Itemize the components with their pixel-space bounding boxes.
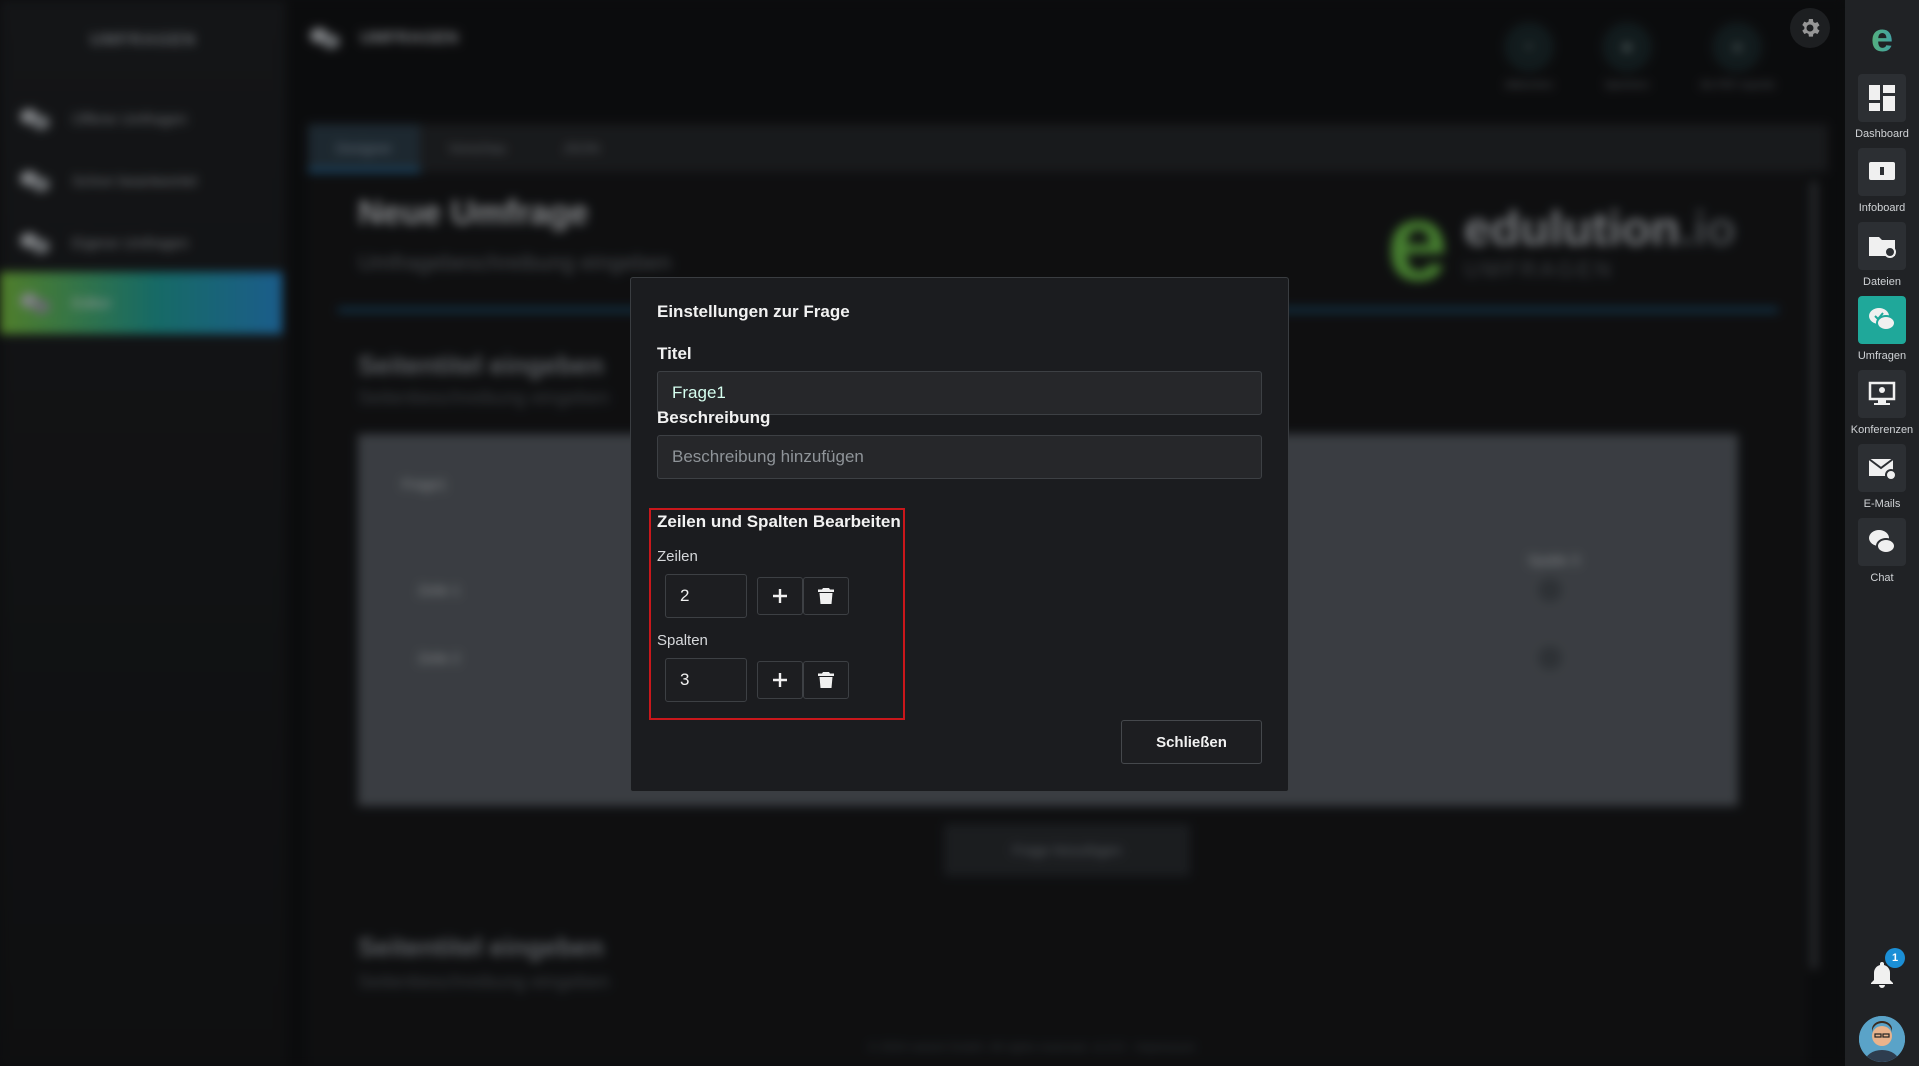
add-column-button[interactable]: [757, 661, 803, 699]
matrix-section-title: Zeilen und Spalten Bearbeiten: [657, 512, 901, 531]
dock-item-infoboard[interactable]: Infoboard: [1845, 148, 1919, 214]
delete-column-button[interactable]: [803, 661, 849, 699]
dashboard-icon: [1858, 74, 1906, 122]
dock-item-mail[interactable]: E-Mails: [1845, 444, 1919, 510]
dock-label: Dateien: [1863, 276, 1901, 288]
right-dock: e Dashboard Infoboard Dateien Umfragen K…: [1845, 0, 1919, 1066]
dock-label: Umfragen: [1857, 350, 1907, 362]
dock-label: Dashboard: [1855, 128, 1909, 140]
conference-icon: [1858, 370, 1906, 418]
dock-label: Chat: [1870, 572, 1894, 584]
delete-row-button[interactable]: [803, 577, 849, 615]
notification-badge: 1: [1885, 948, 1905, 968]
avatar[interactable]: [1859, 1016, 1905, 1062]
plus-icon: [773, 589, 787, 603]
survey-icon: [1858, 296, 1906, 344]
dock-item-dashboard[interactable]: Dashboard: [1845, 74, 1919, 140]
chat-icon: [1858, 518, 1906, 566]
title-field-label: Titel: [657, 344, 692, 363]
dock-label: E-Mails: [1863, 498, 1901, 510]
folder-icon: [1858, 222, 1906, 270]
infoboard-icon: [1858, 148, 1906, 196]
dock-item-files[interactable]: Dateien: [1845, 222, 1919, 288]
trash-icon: [818, 588, 834, 604]
dock-item-chat[interactable]: Chat: [1845, 518, 1919, 584]
close-button[interactable]: Schließen: [1121, 720, 1262, 764]
description-input[interactable]: [657, 435, 1262, 479]
dock-label: Infoboard: [1858, 202, 1906, 214]
plus-icon: [773, 673, 787, 687]
rows-count-input[interactable]: [665, 574, 747, 618]
edulution-logo[interactable]: e: [1845, 16, 1919, 60]
add-row-button[interactable]: [757, 577, 803, 615]
columns-label: Spalten: [657, 632, 708, 649]
question-settings-dialog: Einstellungen zur Frage Titel Beschreibu…: [630, 277, 1289, 792]
mail-icon: [1858, 444, 1906, 492]
rows-label: Zeilen: [657, 548, 698, 565]
dock-item-conferences[interactable]: Konferenzen: [1845, 370, 1919, 436]
description-field-label: Beschreibung: [657, 408, 771, 427]
dock-item-surveys[interactable]: Umfragen: [1845, 296, 1919, 362]
columns-count-input[interactable]: [665, 658, 747, 702]
dialog-title: Einstellungen zur Frage: [657, 302, 850, 321]
trash-icon: [818, 672, 834, 688]
dock-label: Konferenzen: [1850, 424, 1914, 436]
